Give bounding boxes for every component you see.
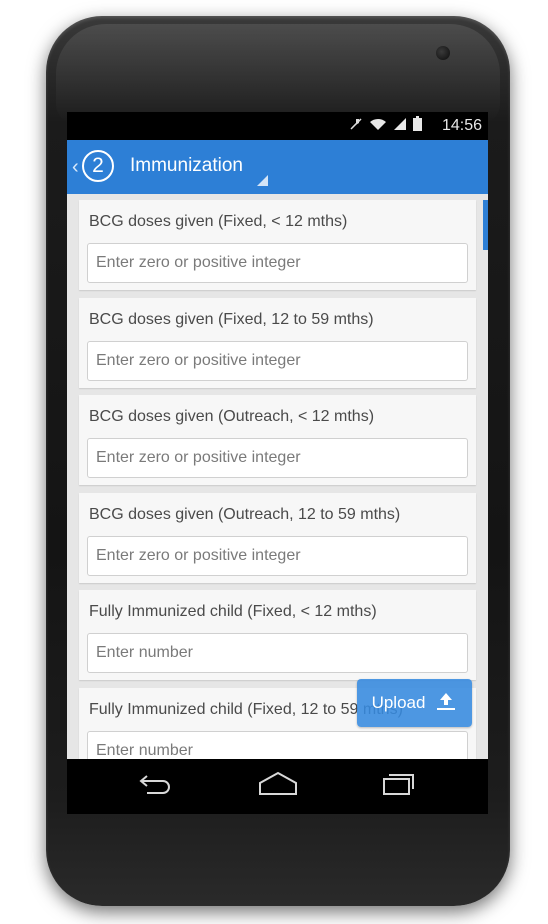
status-time: 14:56 bbox=[441, 117, 482, 134]
status-bar: 14:56 bbox=[67, 112, 488, 140]
recent-apps-icon bbox=[379, 771, 419, 802]
form-field-card: Fully Immunized child (Fixed, < 12 mths) bbox=[79, 590, 476, 680]
home-button[interactable] bbox=[253, 771, 303, 801]
field-input[interactable] bbox=[87, 536, 468, 576]
back-icon bbox=[135, 771, 175, 802]
phone-shine bbox=[56, 24, 500, 124]
field-label: Fully Immunized child (Fixed, 12 to 59 m… bbox=[89, 701, 403, 718]
action-bar: ‹ 2 Immunization bbox=[67, 140, 488, 194]
upload-icon bbox=[435, 691, 457, 716]
up-navigation-icon[interactable]: ‹ bbox=[72, 156, 79, 179]
field-label: Fully Immunized child (Fixed, < 12 mths) bbox=[89, 603, 377, 620]
front-camera bbox=[436, 46, 450, 60]
form-field-card: BCG doses given (Fixed, < 12 mths) bbox=[79, 200, 476, 290]
mute-icon bbox=[349, 117, 363, 136]
form-content[interactable]: BCG doses given (Fixed, < 12 mths) BCG d… bbox=[67, 194, 488, 759]
upload-button[interactable]: Upload bbox=[357, 679, 472, 727]
page-title[interactable]: Immunization bbox=[130, 155, 243, 177]
navigation-bar bbox=[67, 759, 488, 814]
field-label: BCG doses given (Outreach, 12 to 59 mths… bbox=[89, 506, 401, 523]
field-label: BCG doses given (Fixed, 12 to 59 mths) bbox=[89, 311, 374, 328]
upload-button-label: Upload bbox=[371, 693, 426, 712]
form-field-card: BCG doses given (Fixed, 12 to 59 mths) bbox=[79, 298, 476, 388]
field-input[interactable] bbox=[87, 243, 468, 283]
scrollbar[interactable] bbox=[483, 200, 488, 250]
wifi-icon bbox=[369, 117, 387, 136]
field-input[interactable] bbox=[87, 633, 468, 673]
recent-apps-button[interactable] bbox=[374, 771, 424, 801]
form-field-card: BCG doses given (Outreach, < 12 mths) bbox=[79, 395, 476, 485]
form-number-badge[interactable]: 2 bbox=[82, 150, 114, 182]
home-icon bbox=[257, 771, 299, 802]
field-input[interactable] bbox=[87, 438, 468, 478]
signal-icon bbox=[393, 117, 407, 136]
device-screen: 14:56 ‹ 2 Immunization BCG doses given (… bbox=[67, 112, 488, 814]
field-label: BCG doses given (Fixed, < 12 mths) bbox=[89, 213, 348, 230]
form-field-card: BCG doses given (Outreach, 12 to 59 mths… bbox=[79, 493, 476, 583]
field-input[interactable] bbox=[87, 731, 468, 759]
battery-icon bbox=[413, 116, 422, 136]
dropdown-indicator-icon[interactable] bbox=[257, 175, 268, 186]
field-input[interactable] bbox=[87, 341, 468, 381]
field-label: BCG doses given (Outreach, < 12 mths) bbox=[89, 408, 375, 425]
back-button[interactable] bbox=[130, 771, 180, 801]
status-icons bbox=[349, 116, 422, 136]
